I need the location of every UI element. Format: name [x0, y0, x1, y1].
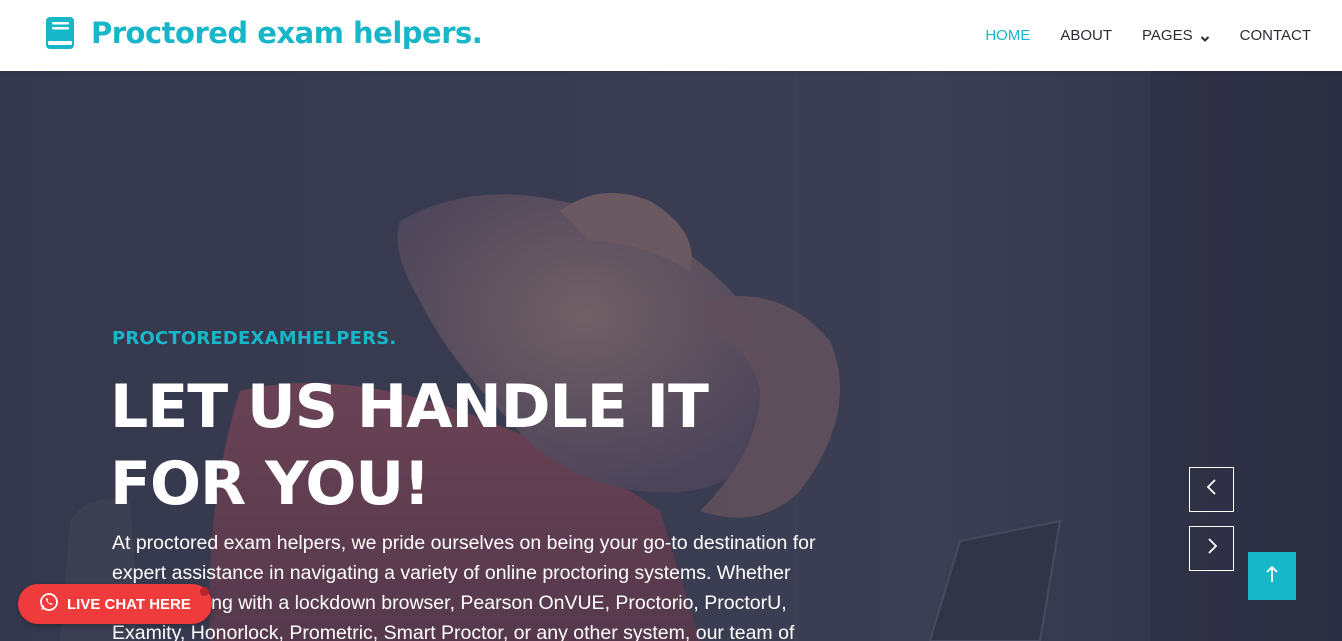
hero-eyebrow: PROCTOREDEXAMHELPERS. — [112, 328, 397, 349]
brand-name: Proctored exam helpers. — [91, 16, 483, 50]
carousel-next-button[interactable] — [1189, 526, 1234, 571]
live-chat-label: LIVE CHAT HERE — [67, 595, 191, 613]
description-line-2: expert assistance in navigating a variet… — [112, 562, 791, 584]
whatsapp-icon — [39, 592, 59, 617]
nav-contact[interactable]: CONTACT — [1240, 27, 1311, 44]
headline-line-1: LET US HANDLE IT — [110, 372, 709, 442]
nav-pages-label: PAGES — [1142, 27, 1193, 44]
brand-logo[interactable]: Proctored exam helpers. — [45, 14, 483, 52]
chevron-right-icon — [1204, 536, 1220, 561]
notification-dot — [200, 587, 209, 596]
hero-headline: LET US HANDLE IT FOR YOU! — [110, 369, 810, 523]
headline-line-2: FOR YOU! — [110, 449, 430, 519]
book-icon — [45, 16, 75, 50]
live-chat-button[interactable]: LIVE CHAT HERE — [18, 584, 212, 624]
arrow-up-icon — [1264, 564, 1280, 589]
nav-about[interactable]: ABOUT — [1060, 27, 1112, 44]
hero-description: At proctored exam helpers, we pride ours… — [112, 528, 842, 641]
top-navbar: Proctored exam helpers. HOME ABOUT PAGES… — [0, 0, 1342, 71]
main-nav: HOME ABOUT PAGES CONTACT — [955, 0, 1311, 71]
chevron-down-icon — [1200, 31, 1210, 42]
description-line-3: you're dealing with a lockdown browser, … — [112, 592, 787, 614]
nav-pages[interactable]: PAGES — [1142, 27, 1210, 44]
description-line-1: At proctored exam helpers, we pride ours… — [112, 532, 816, 554]
hero-slide: PROCTOREDEXAMHELPERS. LET US HANDLE IT F… — [0, 71, 1342, 641]
nav-home[interactable]: HOME — [985, 27, 1030, 44]
description-line-4: Examity, Honorlock, Prometric, Smart Pro… — [112, 622, 795, 641]
carousel-prev-button[interactable] — [1189, 467, 1234, 512]
back-to-top-button[interactable] — [1248, 552, 1296, 600]
chevron-left-icon — [1204, 477, 1220, 502]
